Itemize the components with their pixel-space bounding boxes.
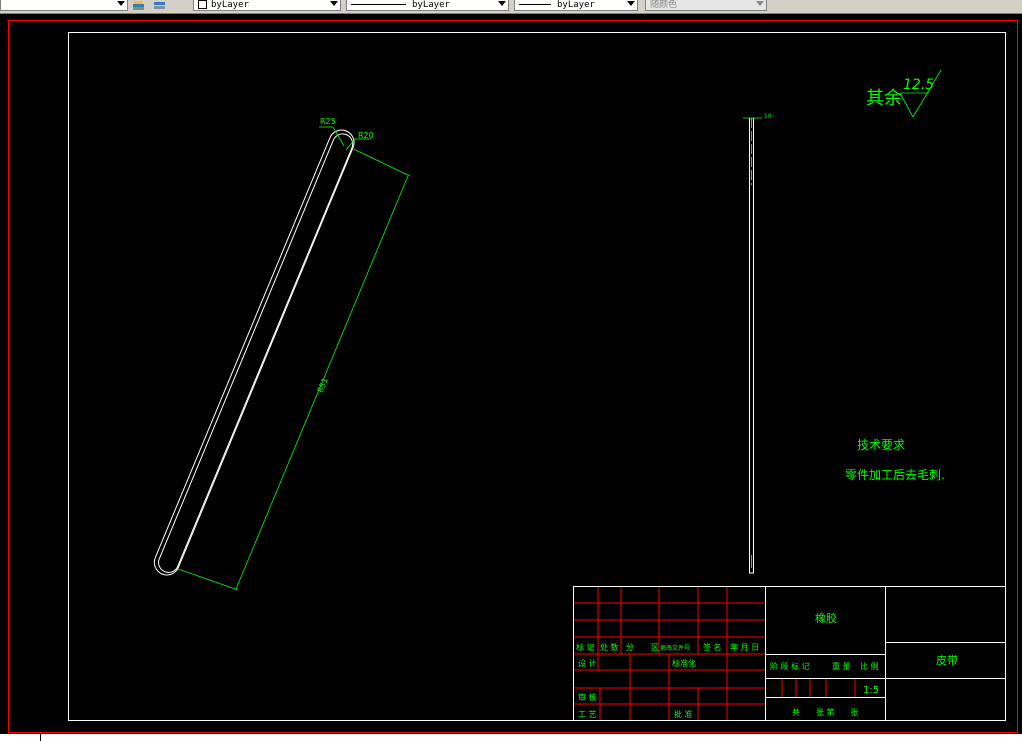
- dim-thickness-label: 10: [764, 113, 772, 120]
- drawing-frame: [68, 32, 1006, 721]
- approve-label: 批 准: [674, 709, 693, 719]
- color-dropdown[interactable]: [0, 0, 128, 11]
- dim-r20-label: R20: [358, 131, 374, 140]
- stage-mark-label: 阶 段 标 记: [770, 661, 810, 671]
- title-block-labels: 标 记 处 数 分 区 更改文件号 签 名 年 月 日 设 计 标准化 审 核 …: [576, 611, 958, 719]
- rev-header-count: 处 数: [600, 642, 619, 652]
- part-name-value: 皮带: [936, 654, 958, 667]
- chevron-down-icon: [756, 1, 764, 6]
- scale-label: 比 例: [860, 661, 879, 671]
- linetype-value: byLayer: [412, 0, 450, 10]
- layer-color-value: byLayer: [211, 0, 249, 10]
- plotstyle-select: 随颜色: [645, 0, 767, 11]
- tech-requirements-title: 技术要求: [857, 438, 905, 452]
- title-block-grid: [573, 587, 856, 720]
- divider: [40, 734, 41, 741]
- tech-requirements-note: 零件加工后去毛刺.: [845, 468, 945, 482]
- chevron-down-icon: [330, 1, 338, 6]
- layer-properties-icon[interactable]: [131, 0, 147, 11]
- dimension-lines: [177, 69, 942, 591]
- chevron-down-icon: [627, 1, 635, 6]
- rev-header-date: 年 月 日: [730, 642, 759, 652]
- roughness-label: 其余: [866, 88, 902, 109]
- material-value: 橡胶: [815, 611, 837, 625]
- lineweight-select[interactable]: byLayer: [514, 0, 638, 11]
- layer-states-icon[interactable]: [152, 0, 168, 11]
- rev-header-docno: 更改文件号: [660, 644, 690, 652]
- chevron-down-icon: [117, 1, 125, 6]
- weight-label: 重 量: [832, 661, 851, 671]
- drawing-canvas[interactable]: R25 R20 851 10 其余 12.5 技术要求 零件加工后去毛刺. 标 …: [0, 14, 1022, 734]
- layer-color-select[interactable]: byLayer: [193, 0, 341, 11]
- linetype-select[interactable]: byLayer: [346, 0, 509, 11]
- design-label: 设 计: [578, 658, 597, 668]
- chevron-down-icon: [498, 1, 506, 6]
- properties-toolbar: byLayer byLayer byLayer 随颜色: [0, 0, 1022, 14]
- scale-value: 1:5: [863, 685, 879, 696]
- status-strip: [0, 734, 1022, 741]
- dim-length-label: 851: [316, 376, 330, 394]
- review-label: 审 核: [578, 692, 597, 702]
- sheets-label: 共 张 第 张: [792, 707, 859, 717]
- lineweight-preview: [519, 4, 551, 5]
- plotstyle-value: 随颜色: [650, 0, 678, 10]
- roughness-value: 12.5: [903, 77, 934, 93]
- belt-side-view: [749, 118, 754, 574]
- belt-front-view: [153, 129, 355, 576]
- rev-header-part: 分: [626, 643, 634, 652]
- lineweight-value: byLayer: [557, 0, 595, 10]
- rev-header-mark: 标 记: [576, 642, 595, 652]
- rev-header-zone: 区: [651, 643, 659, 652]
- process-label: 工 艺: [578, 710, 597, 719]
- standardization-label: 标准化: [672, 658, 696, 668]
- color-swatch-icon: [198, 0, 207, 9]
- linetype-preview: [351, 4, 406, 5]
- title-block: 标 记 处 数 分 区 更改文件号 签 名 年 月 日 设 计 标准化 审 核 …: [573, 586, 1006, 721]
- sheet-border: [8, 20, 1018, 733]
- rev-header-sign: 签 名: [703, 642, 722, 652]
- dim-r25-label: R25: [320, 117, 336, 126]
